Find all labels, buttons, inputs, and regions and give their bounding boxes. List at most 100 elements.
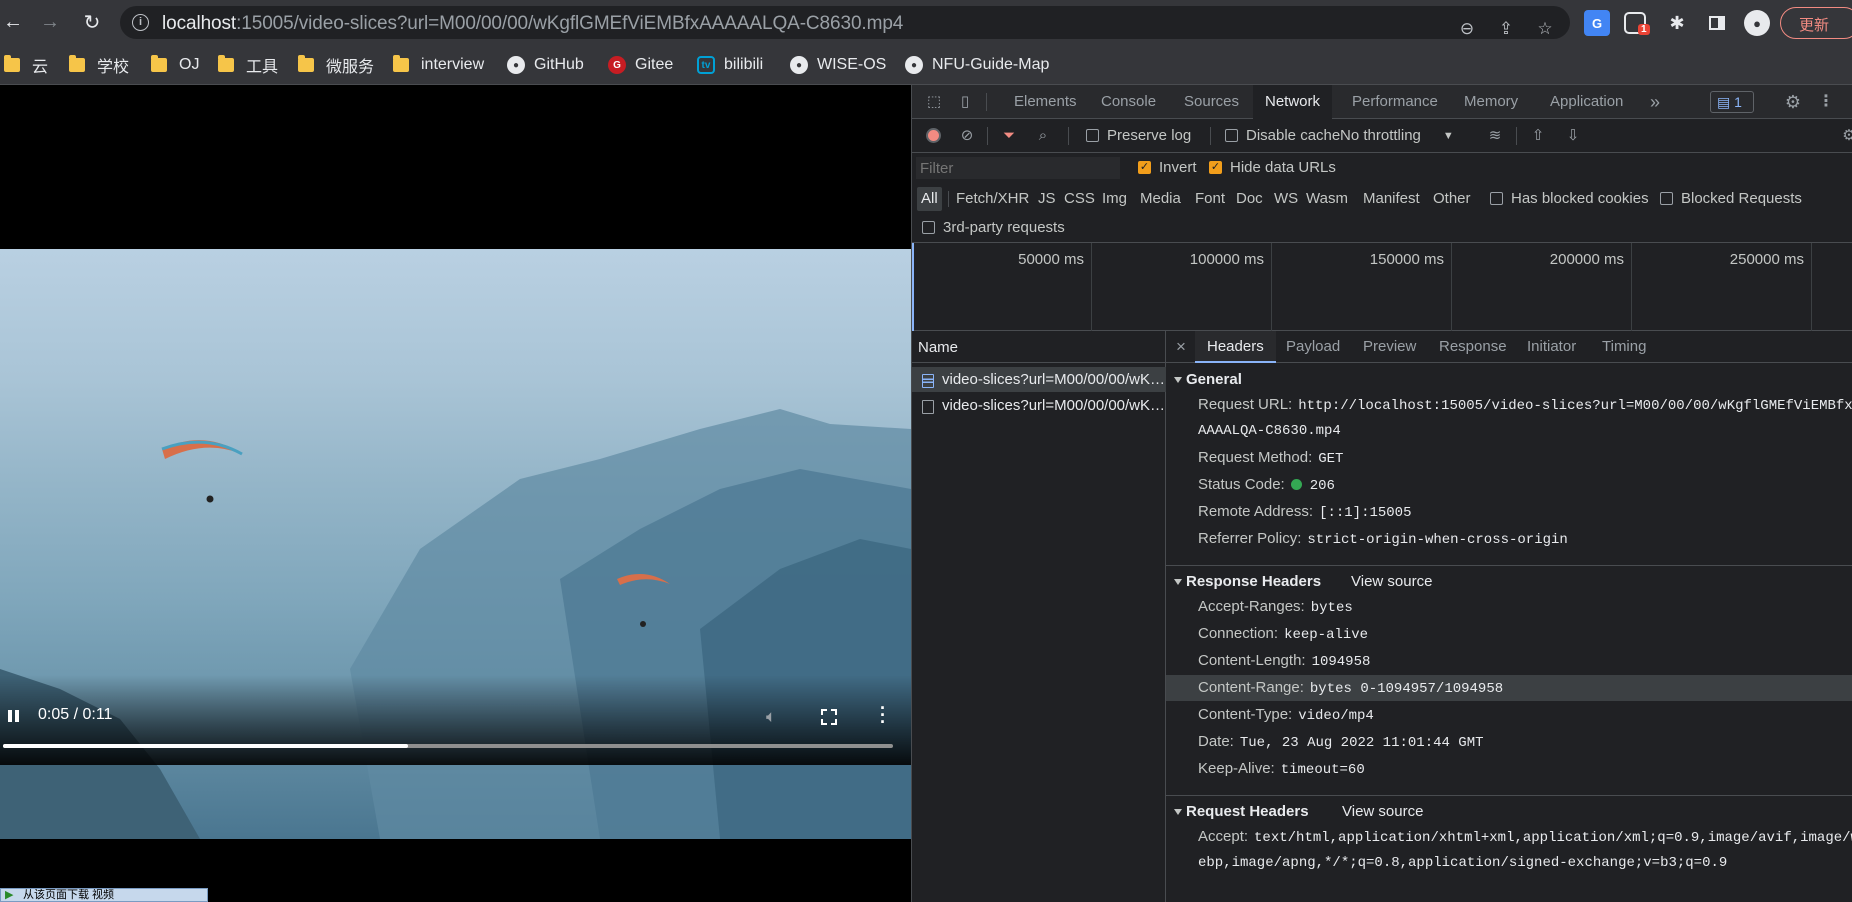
settings-gear-icon[interactable]: ⚙ <box>1784 93 1802 111</box>
back-icon[interactable]: ← <box>0 9 26 35</box>
record-button[interactable] <box>925 127 943 145</box>
bookmark-gitee[interactable]: G Gitee <box>608 54 673 76</box>
tab-elements[interactable]: Elements <box>1014 85 1077 119</box>
zoom-icon[interactable]: ⊖ <box>1457 19 1477 39</box>
name-column-header[interactable]: Name <box>912 331 1166 363</box>
more-tabs-button[interactable]: » <box>1650 85 1660 119</box>
download-toolbar[interactable]: ▶ 从该页面下载 视频 <box>0 888 208 902</box>
blocked-requests-checkbox[interactable]: Blocked Requests <box>1660 190 1802 207</box>
type-doc[interactable]: Doc <box>1236 187 1263 211</box>
bookmark-github[interactable]: ● GitHub <box>507 54 584 76</box>
side-panel-icon[interactable] <box>1704 10 1730 36</box>
type-js[interactable]: JS <box>1038 187 1056 211</box>
filter-input[interactable] <box>916 157 1120 179</box>
type-font[interactable]: Font <box>1195 187 1225 211</box>
type-css[interactable]: CSS <box>1064 187 1095 211</box>
hide-data-urls-checkbox[interactable]: ✓ Hide data URLs <box>1209 159 1336 176</box>
network-settings-icon[interactable]: ⚙ <box>1840 127 1852 145</box>
bookmark-bilibili[interactable]: tv bilibili <box>697 54 763 76</box>
folder-icon <box>151 55 167 72</box>
export-har-icon[interactable]: ⇩ <box>1564 127 1582 145</box>
pause-button[interactable] <box>6 708 20 724</box>
tab-application[interactable]: Application <box>1550 85 1623 119</box>
reload-icon[interactable]: ↻ <box>79 9 105 35</box>
tab-preview[interactable]: Preview <box>1363 331 1416 363</box>
bookmark-folder[interactable]: OJ <box>151 54 199 76</box>
bookmark-star-icon[interactable]: ☆ <box>1535 19 1555 39</box>
filter-icon[interactable]: ⏷ <box>1000 127 1018 145</box>
tab-performance[interactable]: Performance <box>1352 85 1438 119</box>
profile-avatar-icon[interactable]: ● <box>1744 10 1770 36</box>
timeline-tick: 250000 ms <box>1729 251 1804 268</box>
request-row[interactable]: video-slices?url=M00/00/00/wKgflGMEfViEM… <box>912 367 1166 392</box>
general-section-header[interactable]: General <box>1166 364 1852 394</box>
url-text[interactable]: localhost:15005/video-slices?url=M00/00/… <box>162 13 903 35</box>
device-toolbar-icon[interactable]: ▯ <box>956 93 974 111</box>
request-headers-section-header[interactable]: Request Headers View source <box>1166 795 1852 825</box>
tab-sources[interactable]: Sources <box>1184 85 1239 119</box>
site-info-icon[interactable]: i <box>132 14 149 31</box>
customize-menu-icon[interactable]: ⋮ <box>1817 93 1835 111</box>
type-ws[interactable]: WS <box>1274 187 1298 211</box>
forward-icon[interactable]: → <box>37 9 63 35</box>
bookmark-folder[interactable]: 工具 <box>218 54 278 76</box>
disable-cache-checkbox[interactable]: Disable cache <box>1225 127 1340 144</box>
type-wasm[interactable]: Wasm <box>1306 187 1348 211</box>
resource-type-filter: All Fetch/XHR JS CSS Img Media Font Doc … <box>912 183 1852 213</box>
has-blocked-cookies-checkbox[interactable]: Has blocked cookies <box>1490 190 1649 207</box>
volume-button[interactable]: 🔈︎ <box>766 707 776 727</box>
timeline-tick: 100000 ms <box>1189 251 1264 268</box>
tab-timing[interactable]: Timing <box>1602 331 1646 363</box>
import-har-icon[interactable]: ⇧ <box>1529 127 1547 145</box>
extension-icon[interactable]: 1 <box>1624 12 1650 35</box>
type-other[interactable]: Other <box>1433 187 1471 211</box>
type-media[interactable]: Media <box>1140 187 1181 211</box>
timeline-tick: 50000 ms <box>1018 251 1084 268</box>
translate-extension-icon[interactable]: G <box>1584 10 1610 36</box>
third-party-checkbox[interactable]: 3rd-party requests <box>922 219 1065 236</box>
tab-response[interactable]: Response <box>1439 331 1507 363</box>
network-conditions-icon[interactable]: ≋ <box>1486 127 1504 145</box>
response-headers-section-header[interactable]: Response Headers View source <box>1166 565 1852 595</box>
type-img[interactable]: Img <box>1102 187 1127 211</box>
throttling-select[interactable]: No throttling ▼ <box>1340 127 1454 144</box>
bookmark-folder[interactable]: interview <box>393 54 484 76</box>
share-icon[interactable]: ⇪ <box>1496 19 1516 39</box>
network-toolbar: ⊘ ⏷ ⌕ Preserve log Disable cache No thro… <box>912 119 1852 153</box>
type-all[interactable]: All <box>917 187 942 211</box>
bookmark-wise-os[interactable]: ● WISE-OS <box>790 54 886 76</box>
preserve-log-checkbox[interactable]: Preserve log <box>1086 127 1191 144</box>
tab-headers[interactable]: Headers <box>1195 331 1276 363</box>
more-options-button[interactable]: · · · <box>880 699 886 731</box>
video-player[interactable]: 0:05 / 0:11 🔈︎ · · · <box>0 85 911 902</box>
tab-initiator[interactable]: Initiator <box>1527 331 1576 363</box>
update-button[interactable]: 更新 <box>1780 7 1852 39</box>
tab-console[interactable]: Console <box>1101 85 1156 119</box>
invert-checkbox[interactable]: ✓ Invert <box>1138 159 1197 176</box>
bookmark-folder[interactable]: 学校 <box>69 54 129 76</box>
type-fetch-xhr[interactable]: Fetch/XHR <box>956 187 1029 211</box>
bookmark-folder[interactable]: 微服务 <box>298 54 374 76</box>
timeline-overview[interactable]: 50000 ms 100000 ms 150000 ms 200000 ms 2… <box>912 243 1852 331</box>
inspect-element-icon[interactable]: ⬚ <box>925 93 943 111</box>
address-bar[interactable]: i localhost:15005/video-slices?url=M00/0… <box>120 6 1570 39</box>
search-icon[interactable]: ⌕ <box>1034 127 1052 145</box>
view-source-link[interactable]: View source <box>1342 803 1423 820</box>
puzzle-extensions-icon[interactable]: ✱ <box>1664 10 1690 36</box>
request-row[interactable]: video-slices?url=M00/00/00/wKgflGMEfViEM… <box>912 393 1166 418</box>
github-icon: ● <box>790 56 808 74</box>
tab-payload[interactable]: Payload <box>1286 331 1340 363</box>
tab-memory[interactable]: Memory <box>1464 85 1518 119</box>
tab-network[interactable]: Network <box>1253 85 1333 119</box>
type-manifest[interactable]: Manifest <box>1363 187 1420 211</box>
close-detail-button[interactable]: × <box>1176 331 1186 363</box>
bookmark-nfu-guide-map[interactable]: ● NFU-Guide-Map <box>905 54 1049 76</box>
view-source-link[interactable]: View source <box>1351 573 1432 590</box>
checkmark-icon: ✓ <box>1209 161 1222 174</box>
clear-icon[interactable]: ⊘ <box>958 127 976 145</box>
fullscreen-button[interactable] <box>821 709 837 725</box>
issues-button[interactable]: ▤ 1 <box>1710 91 1754 113</box>
bookmark-folder[interactable]: 云 <box>4 54 48 76</box>
video-progress-bar[interactable] <box>3 744 893 748</box>
bookmarks-bar: 云 学校 OJ 工具 微服务 interview ● GitHub G Gitee … <box>0 45 1852 85</box>
